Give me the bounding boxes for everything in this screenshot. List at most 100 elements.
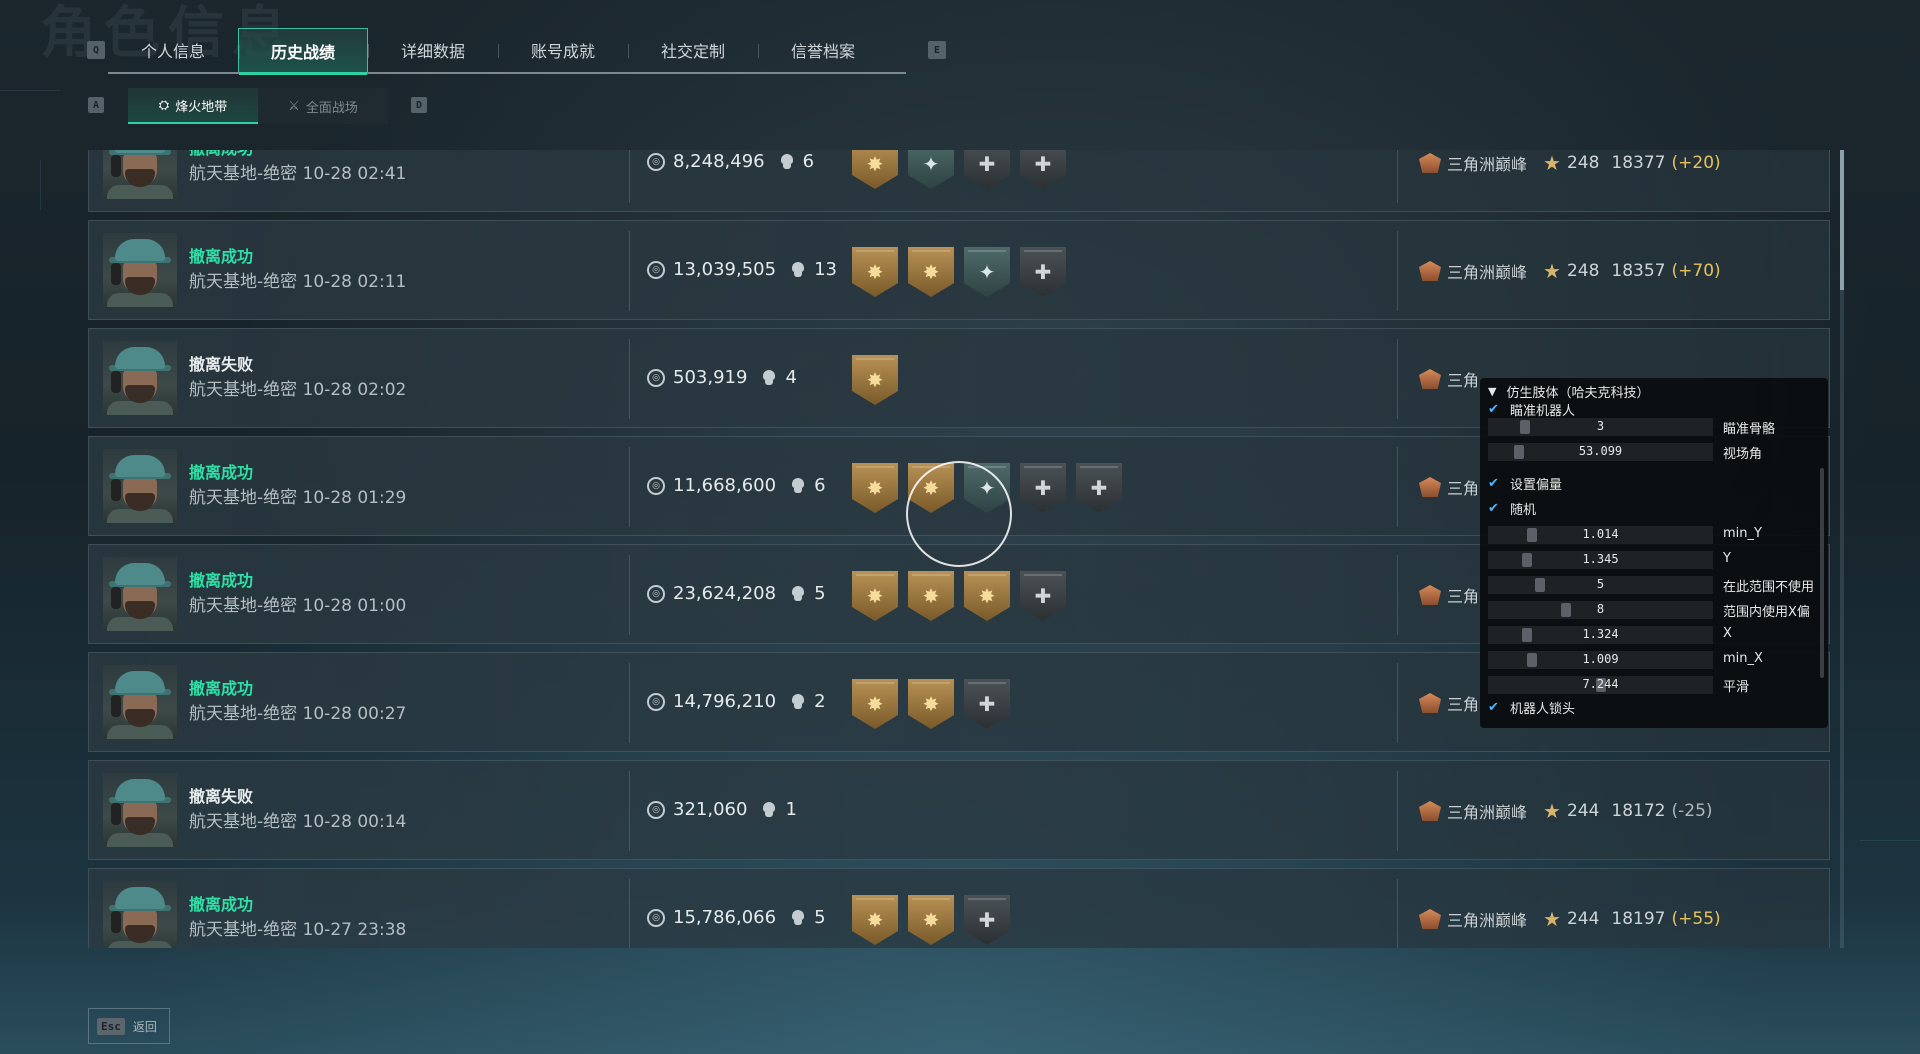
extraction-status: 撤离成功 [189,150,253,159]
overlay-slider-row[interactable]: 53.099 视场角 [1488,441,1818,462]
medal-icon[interactable]: ✦ [964,247,1010,297]
tab-credit-record[interactable]: 信誉档案 [758,28,888,72]
medal-icon[interactable]: ✸ [908,679,954,729]
match-time: 10-27 23:38 [302,920,407,940]
overlay-slider-row[interactable]: 5 在此范围不使用 [1488,574,1818,595]
slider-track[interactable]: 8 [1488,601,1713,619]
medal-icon[interactable]: ✚ [1020,150,1066,189]
slider-track[interactable]: 3 [1488,418,1713,436]
medal-icon[interactable]: ✸ [908,247,954,297]
overlay-panel: ▼ 仿生肢体（哈夫克科技） ✔ 瞄准机器人 ✔ 设置偏量 ✔ 随机 ✔ 机器人锁… [1480,378,1828,728]
operator-avatar [103,557,177,631]
medal-icon[interactable]: ✸ [852,895,898,945]
star-icon: ★ [1543,151,1561,175]
map-and-time: 航天基地-绝密 10-28 02:11 [189,267,406,292]
subtab-full-battlefield[interactable]: ⚔ 全面战场 [258,88,388,124]
skull-icon [790,477,806,494]
overlay-slider-row[interactable]: 1.009 min_X [1488,649,1818,669]
medal-icon[interactable]: ✸ [908,571,954,621]
coin-icon: ◎ [647,800,665,819]
overlay-scrollbar[interactable] [1820,468,1824,678]
medal-icon[interactable]: ✸ [852,247,898,297]
tab-personal-info[interactable]: 个人信息 [108,28,238,72]
medal-icon[interactable]: ✸ [852,679,898,729]
medal-icon[interactable]: ✸ [852,150,898,189]
rank-name: 三角洲巅峰 [1447,155,1528,174]
match-record-row[interactable]: 撤离成功 航天基地-绝密 10-28 02:11 ◎ 13,039,505 13… [88,220,1830,320]
medal-icon[interactable]: ✸ [852,355,898,405]
overlay-slider-row[interactable]: 1.345 Y [1488,549,1818,569]
subtab-label: 全面战场 [305,100,358,116]
overlay-slider-row[interactable]: 1.324 X [1488,624,1818,644]
esc-key-icon: Esc [97,1017,125,1035]
subtab-hazard-zone[interactable]: ⛭ 烽火地带 [128,88,258,124]
overlay-slider-row[interactable]: 3 瞄准骨骼 [1488,416,1818,437]
rank-emblem-icon [1419,909,1441,929]
medal-icon[interactable]: ✦ [908,150,954,189]
collapse-triangle-icon[interactable]: ▼ [1488,385,1496,398]
tab-match-history[interactable]: 历史战绩 [238,28,368,75]
next-subtab-key[interactable]: D [411,97,427,113]
star-icon: ★ [1543,799,1561,823]
rank-emblem-icon [1419,261,1441,281]
skull-icon [761,369,777,386]
slider-label: 平滑 [1723,680,1750,695]
checkbox-set-offset[interactable]: ✔ 设置偏量 [1488,474,1562,493]
tab-achievements[interactable]: 账号成就 [498,28,628,72]
rank-info: 三角 [1419,367,1489,391]
medal-icon[interactable]: ✸ [908,895,954,945]
medal-icon[interactable]: ✚ [1020,247,1066,297]
slider-track[interactable]: 1.345 [1488,551,1713,569]
medal-glyph: ✚ [1034,476,1052,500]
slider-track[interactable]: 1.324 [1488,626,1713,644]
medal-icon[interactable]: ✚ [1020,463,1066,513]
divider [1397,150,1398,203]
slider-track[interactable]: 5 [1488,576,1713,594]
prev-subtab-key[interactable]: A [88,97,104,113]
match-time: 10-28 00:14 [302,812,407,832]
medal-glyph: ✸ [866,908,884,932]
rank-level: 248 [1566,261,1600,281]
checkmark-icon: ✔ [1488,476,1499,491]
medal-glyph: ✸ [922,908,940,932]
slider-label: X [1723,626,1732,641]
match-time: 10-28 02:11 [302,272,407,292]
medal-glyph: ✸ [866,584,884,608]
slider-label: 在此范围不使用 [1723,580,1815,595]
prev-tab-key[interactable]: Q [87,41,105,59]
match-record-row[interactable]: 撤离失败 航天基地-绝密 10-28 00:14 ◎ 321,060 1 三角洲… [88,760,1830,860]
overlay-slider-row[interactable]: 1.014 min_Y [1488,524,1818,544]
list-scrollbar-thumb[interactable] [1840,150,1844,290]
divider [629,339,630,419]
overlay-slider-row[interactable]: 7.244 平滑 [1488,674,1818,695]
slider-track[interactable]: 1.014 [1488,526,1713,544]
medal-icon[interactable]: ✸ [852,463,898,513]
medal-icon[interactable]: ✚ [964,895,1010,945]
slider-track[interactable]: 53.099 [1488,443,1713,461]
loot-summary: ◎ 321,060 1 [647,799,797,820]
loot-summary: ◎ 503,919 4 [647,367,797,388]
overlay-slider-row[interactable]: 8 范围内使用X偏 [1488,599,1818,620]
medal-icon[interactable]: ✸ [964,571,1010,621]
slider-track[interactable]: 1.009 [1488,651,1713,669]
back-button[interactable]: Esc 返回 [88,1008,170,1044]
medal-icon[interactable]: ✚ [964,150,1010,189]
medal-glyph: ✸ [866,692,884,716]
loot-summary: ◎ 13,039,505 13 [647,259,837,280]
tab-detailed-data[interactable]: 详细数据 [368,28,498,72]
next-tab-key[interactable]: E [928,41,946,59]
rank-score-delta: (+20) [1671,153,1721,173]
checkbox-bot-headlock[interactable]: ✔ 机器人锁头 [1488,698,1575,717]
match-record-row[interactable]: 撤离成功 航天基地-绝密 10-28 02:41 ◎ 8,248,496 6 ✸… [88,150,1830,212]
match-record-row[interactable]: 撤离成功 航天基地-绝密 10-27 23:38 ◎ 15,786,066 5 … [88,868,1830,948]
slider-track[interactable]: 7.244 [1488,676,1713,694]
medal-icon[interactable]: ✚ [1020,571,1066,621]
medal-icon[interactable]: ✚ [1076,463,1122,513]
medal-icon[interactable]: ✸ [852,571,898,621]
checkbox-random[interactable]: ✔ 随机 [1488,499,1536,518]
rank-info: 三角 [1419,691,1489,715]
overlay-header[interactable]: ▼ 仿生肢体（哈夫克科技） [1488,382,1649,401]
map-and-time: 航天基地-绝密 10-28 00:27 [189,699,406,724]
medal-icon[interactable]: ✚ [964,679,1010,729]
tab-social-custom[interactable]: 社交定制 [628,28,758,72]
